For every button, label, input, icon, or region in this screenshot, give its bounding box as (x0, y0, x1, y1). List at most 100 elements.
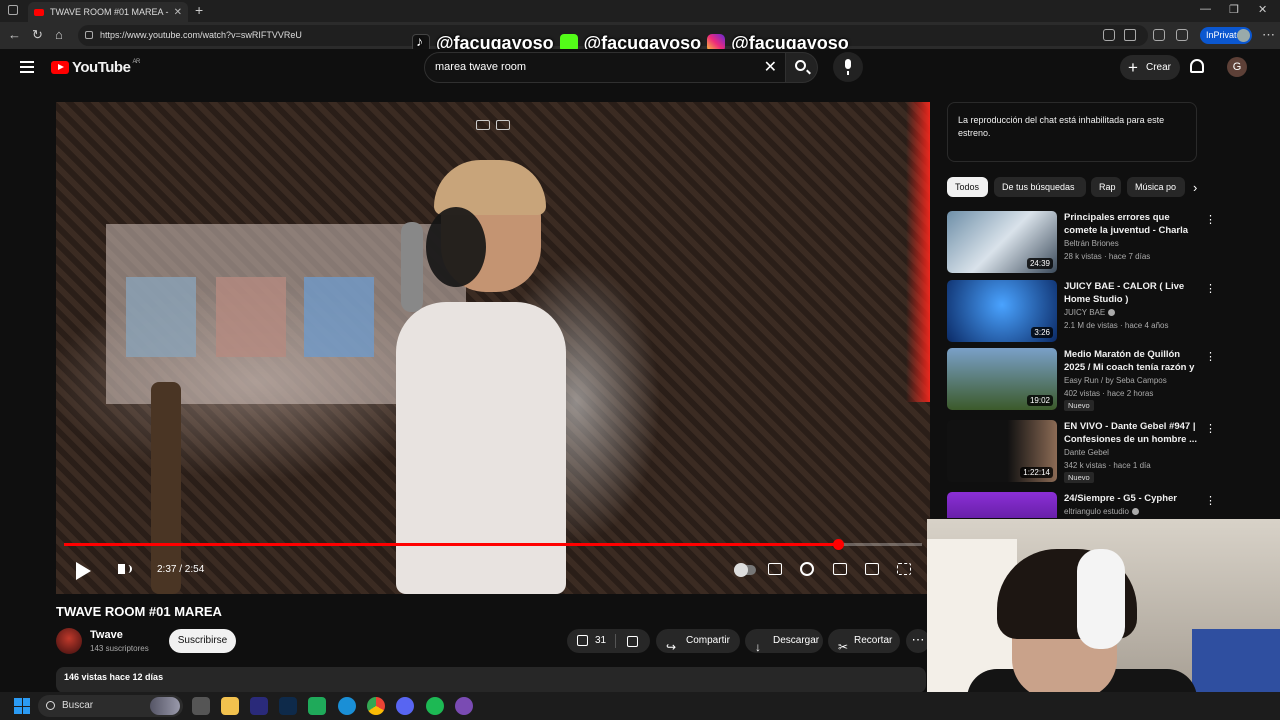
video-player[interactable]: 2:37 / 2:54 (56, 102, 930, 594)
kebab-menu-icon[interactable]: ⋮ (1205, 213, 1216, 226)
browser-tab[interactable]: TWAVE ROOM #01 MAREA - You ✕ (28, 2, 188, 22)
progress-scrubber[interactable] (832, 539, 844, 550)
extensions-icon[interactable] (1153, 29, 1165, 41)
chip-from-searches[interactable]: De tus búsquedas (994, 177, 1086, 197)
channel-avatar[interactable] (56, 628, 82, 654)
photoshop-icon[interactable] (279, 697, 297, 715)
taskbar-search[interactable]: Buscar (38, 695, 183, 717)
volume-icon[interactable] (118, 564, 132, 574)
recommendation-thumbnail[interactable]: 3:26 (947, 280, 1057, 342)
miniplayer-overlay-icon[interactable] (476, 120, 490, 130)
file-explorer-icon[interactable] (221, 697, 239, 715)
chip-music[interactable]: Música po (1127, 177, 1185, 197)
recommendation-channel[interactable]: Easy Run / by Seba Campos (1064, 376, 1167, 385)
back-icon[interactable]: ← (8, 27, 21, 42)
taskbar-search-placeholder: Buscar (62, 700, 94, 711)
new-badge: Nuevo (1064, 400, 1094, 411)
youtube-favicon-icon (34, 8, 44, 16)
chrome-icon[interactable] (367, 697, 385, 715)
webcam-bed (1192, 629, 1280, 692)
tracking-prevention-icon[interactable] (1103, 29, 1115, 41)
edge-icon[interactable] (338, 697, 356, 715)
premiere-pro-icon[interactable] (250, 697, 268, 715)
recommendation-title[interactable]: Principales errores que comete la juvent… (1064, 211, 1199, 237)
recommendation-thumbnail[interactable]: 1:22:14 (947, 420, 1057, 482)
chip-rap[interactable]: Rap (1091, 177, 1121, 197)
maximize-icon[interactable]: ❐ (1229, 3, 1239, 16)
recommendation-title[interactable]: JUICY BAE - CALOR ( Live Home Studio ) (1064, 280, 1199, 306)
close-window-icon[interactable]: ✕ (1258, 3, 1267, 16)
video-pop-filter (426, 207, 486, 287)
share-button[interactable]: ↪ Compartir (656, 629, 740, 654)
youtube-logo[interactable]: YouTube AR (51, 59, 140, 76)
recommendation-thumbnail[interactable]: 24:39 (947, 211, 1057, 273)
kebab-menu-icon[interactable]: ⋮ (1205, 350, 1216, 363)
recommendation-thumbnail[interactable] (947, 492, 1057, 518)
download-icon: ↓ (755, 640, 761, 654)
inprivate-badge[interactable]: InPrivate (1200, 27, 1252, 44)
capcut-icon[interactable] (308, 697, 326, 715)
search-icon (795, 60, 806, 71)
chip-all[interactable]: Todos (947, 177, 988, 197)
download-button[interactable]: ↓ Descargar (745, 629, 823, 654)
recommendation-channel[interactable]: Beltrán Briones (1064, 239, 1119, 248)
theater-mode-icon[interactable] (833, 563, 847, 575)
recommendation-title[interactable]: Medio Maratón de Quillón 2025 / Mi coach… (1064, 348, 1199, 374)
settings-gear-icon[interactable] (800, 562, 814, 576)
video-guitar (151, 382, 181, 594)
voice-search-mic-icon[interactable] (833, 52, 863, 82)
recommendation-title[interactable]: 24/Siempre - G5 - Cypher (1064, 492, 1199, 505)
recommendation-channel-row[interactable]: JUICY BAE (1064, 308, 1116, 317)
favorites-icon[interactable] (1176, 29, 1188, 41)
subtitles-icon[interactable] (768, 563, 782, 575)
cast-icon[interactable] (865, 563, 879, 575)
play-button[interactable] (76, 562, 91, 580)
browser-menu-icon[interactable]: ⋯ (1262, 27, 1275, 43)
search-button[interactable] (786, 52, 818, 83)
recommendation-meta: 28 k vistas · hace 7 días (1064, 252, 1151, 261)
obs-icon[interactable] (455, 697, 473, 715)
recommendation-item[interactable]: 24/Siempre - G5 - Cypher eltriangulo est… (947, 492, 1212, 518)
recommendation-title[interactable]: EN VIVO - Dante Gebel #947 | Confesiones… (1064, 420, 1199, 446)
lock-icon (85, 31, 93, 39)
autoplay-toggle[interactable] (734, 563, 756, 577)
fullscreen-icon[interactable] (897, 563, 911, 575)
recommendation-channel[interactable]: Dante Gebel (1064, 448, 1109, 457)
subscribe-button[interactable]: Suscribirse (169, 629, 236, 653)
task-view-icon[interactable] (192, 697, 210, 715)
recommendation-thumbnail[interactable]: 19:02 (947, 348, 1057, 410)
recommendation-item[interactable]: 24:39 Principales errores que comete la … (947, 211, 1216, 275)
recommendation-item[interactable]: 3:26 JUICY BAE - CALOR ( Live Home Studi… (947, 280, 1216, 344)
favorite-star-icon[interactable] (1124, 29, 1136, 41)
dislike-thumb-icon[interactable] (627, 636, 638, 647)
tab-actions-icon[interactable] (8, 5, 18, 15)
windows-start-icon[interactable] (14, 698, 30, 714)
description-box[interactable]: 146 vistas hace 12 días (56, 667, 926, 693)
spotify-icon[interactable] (426, 697, 444, 715)
recommendation-channel-row[interactable]: eltriangulo estudio (1064, 507, 1139, 516)
cast-overlay-icon[interactable] (496, 120, 510, 130)
account-avatar[interactable]: G (1227, 57, 1247, 77)
create-button[interactable]: + Crear (1120, 55, 1180, 80)
hamburger-menu-icon[interactable] (20, 61, 34, 73)
video-microphone (401, 222, 423, 312)
channel-name[interactable]: Twave (90, 629, 123, 641)
close-tab-icon[interactable]: ✕ (174, 7, 182, 18)
new-tab-icon[interactable]: + (195, 2, 203, 18)
recommendation-item[interactable]: 1:22:14 EN VIVO - Dante Gebel #947 | Con… (947, 420, 1216, 484)
kebab-menu-icon[interactable]: ⋮ (1205, 282, 1216, 295)
chevron-right-icon[interactable]: › (1193, 180, 1197, 195)
kebab-menu-icon[interactable]: ⋮ (1205, 494, 1212, 507)
progress-bar[interactable] (64, 539, 922, 550)
notifications-bell-icon[interactable] (1190, 59, 1204, 73)
discord-icon[interactable] (396, 697, 414, 715)
clip-button[interactable]: ✂ Recortar (828, 629, 900, 654)
home-icon[interactable]: ⌂ (55, 27, 63, 42)
like-thumb-icon[interactable] (577, 635, 588, 646)
clear-search-icon[interactable]: ✕ (764, 53, 777, 82)
minimize-icon[interactable]: — (1200, 3, 1211, 15)
refresh-icon[interactable]: ↻ (32, 27, 43, 43)
kebab-menu-icon[interactable]: ⋮ (1205, 422, 1216, 435)
search-input[interactable]: marea twave room ✕ (424, 52, 786, 83)
recommendation-item[interactable]: 19:02 Medio Maratón de Quillón 2025 / Mi… (947, 348, 1216, 412)
